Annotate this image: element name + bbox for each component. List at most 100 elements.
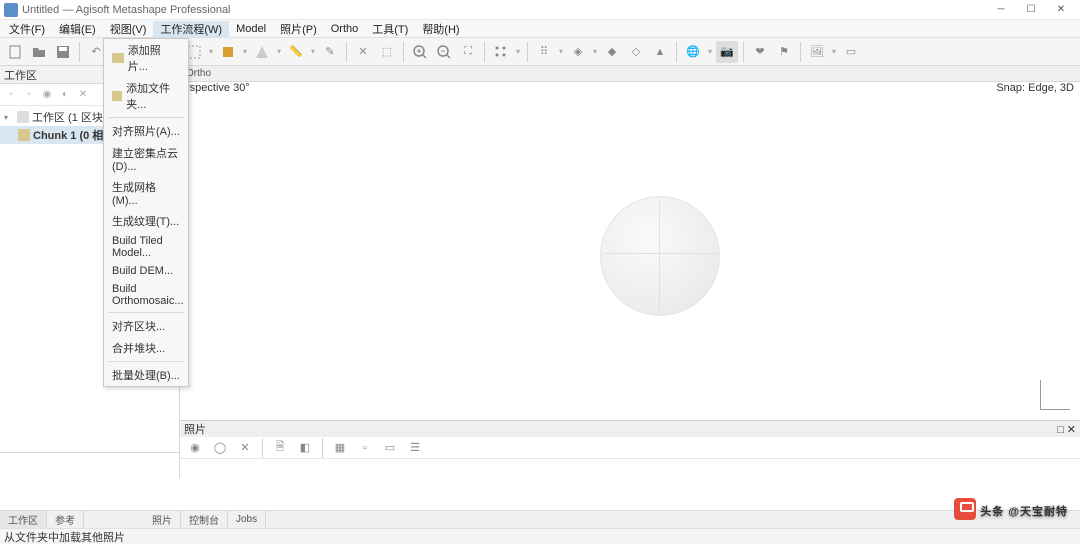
flag-button[interactable]: ⚑: [773, 41, 795, 63]
dropdown-icon[interactable]: ▾: [309, 47, 317, 56]
mesh-button[interactable]: ◈: [567, 41, 589, 63]
menu-tools[interactable]: 工具(T): [365, 21, 415, 37]
globe-button[interactable]: 🌐: [682, 41, 704, 63]
app-icon: [4, 3, 18, 17]
expand-icon[interactable]: ▾: [4, 113, 14, 122]
dd-build-tiled: Build Tiled Model...: [104, 232, 188, 262]
axis-gizmo: [1040, 380, 1070, 410]
close-button[interactable]: ✕: [1046, 1, 1076, 19]
dd-build-texture: 生成纹理(T)...: [104, 210, 188, 232]
ws-add2-button[interactable]: ▫: [20, 86, 38, 104]
camera-button[interactable]: 📷: [716, 41, 738, 63]
footer-tabs: 工作区 参考 照片 控制台 Jobs: [0, 510, 1080, 528]
dropdown-icon[interactable]: ▾: [241, 47, 249, 56]
viewport-canvas[interactable]: [180, 96, 1080, 420]
ph-enable-button[interactable]: ◉: [184, 437, 206, 459]
dd-batch-process[interactable]: 批量处理(B)...: [104, 364, 188, 386]
dd-build-dense: 建立密集点云(D)...: [104, 142, 188, 176]
minimize-button[interactable]: ─: [986, 1, 1016, 19]
viewport-right-info: Snap: Edge, 3D: [996, 82, 1074, 96]
zoom-in-button[interactable]: [409, 41, 431, 63]
image-button[interactable]: 🖼: [806, 41, 828, 63]
maximize-button[interactable]: ☐: [1016, 1, 1046, 19]
menu-photo[interactable]: 照片(P): [273, 21, 324, 37]
menu-help[interactable]: 帮助(H): [415, 21, 466, 37]
menu-file[interactable]: 文件(F): [2, 21, 52, 37]
tab-console[interactable]: 控制台: [181, 511, 228, 528]
menu-edit[interactable]: 编辑(E): [52, 21, 103, 37]
ws-enable-button[interactable]: ◐: [56, 86, 74, 104]
status-text: 从文件夹中加载其他照片: [4, 529, 125, 545]
menubar: 文件(F) 编辑(E) 视图(V) 工作流程(W) Model 照片(P) Or…: [0, 20, 1080, 38]
ph-details-button[interactable]: 🗎: [269, 437, 291, 459]
photo-icon: [112, 53, 124, 63]
ph-disable-button[interactable]: ◯: [209, 437, 231, 459]
ws-add-button[interactable]: ▫: [2, 86, 20, 104]
tab-photos[interactable]: 照片: [144, 511, 181, 528]
menu-ortho[interactable]: Ortho: [324, 23, 366, 35]
panel-spacer: [0, 452, 179, 478]
dense-cloud-button[interactable]: ⠿: [533, 41, 555, 63]
photos-controls[interactable]: □ ✕: [1057, 423, 1076, 436]
move-region-button[interactable]: [217, 41, 239, 63]
ph-remove-button[interactable]: ✕: [234, 437, 256, 459]
ph-large-button[interactable]: ▭: [379, 437, 401, 459]
transform-button[interactable]: [251, 41, 273, 63]
menu-view[interactable]: 视图(V): [103, 21, 154, 37]
stack-button[interactable]: ▭: [840, 41, 862, 63]
ph-icons-button[interactable]: ▦: [329, 437, 351, 459]
trackball-sphere[interactable]: [600, 196, 720, 316]
dropdown-icon[interactable]: ▾: [591, 47, 599, 56]
solid-button[interactable]: ◆: [601, 41, 623, 63]
menu-workflow[interactable]: 工作流程(W): [153, 21, 229, 37]
fit-button[interactable]: ⛶: [457, 41, 479, 63]
dd-align-photos: 对齐照片(A)...: [104, 120, 188, 142]
folder-icon: [112, 91, 122, 101]
wireframe-button[interactable]: ▲: [649, 41, 671, 63]
ph-masks-button[interactable]: ◧: [294, 437, 316, 459]
dropdown-icon[interactable]: ▾: [706, 47, 714, 56]
tab-reference[interactable]: 参考: [47, 511, 84, 528]
dd-separator: [108, 117, 184, 118]
window-title: Untitled — Agisoft Metashape Professiona…: [22, 4, 986, 16]
ph-small-button[interactable]: ▫: [354, 437, 376, 459]
shaded-button[interactable]: ◇: [625, 41, 647, 63]
dropdown-icon[interactable]: ▾: [830, 47, 838, 56]
dd-separator: [108, 312, 184, 313]
dd-add-photos[interactable]: 添加照片...: [104, 39, 188, 77]
photos-title: 照片: [184, 421, 206, 437]
photos-panel: 照片 □ ✕ ◉ ◯ ✕ 🗎 ◧ ▦ ▫ ▭ ☰: [180, 420, 1080, 478]
markers-button[interactable]: ❤: [749, 41, 771, 63]
open-button[interactable]: [28, 41, 50, 63]
dropdown-icon[interactable]: ▾: [207, 47, 215, 56]
dropdown-icon[interactable]: ▾: [557, 47, 565, 56]
delete-button[interactable]: ✕: [352, 41, 374, 63]
workflow-dropdown: 添加照片... 添加文件夹... 对齐照片(A)... 建立密集点云(D)...…: [103, 38, 189, 387]
ruler-button[interactable]: 📏: [285, 41, 307, 63]
watermark-icon: [954, 498, 976, 520]
zoom-out-button[interactable]: [433, 41, 455, 63]
tab-jobs[interactable]: Jobs: [228, 511, 266, 528]
dd-add-folder[interactable]: 添加文件夹...: [104, 77, 188, 115]
ws-remove-button[interactable]: ✕: [74, 86, 92, 104]
tab-workspace[interactable]: 工作区: [0, 511, 47, 528]
status-bar: 从文件夹中加载其他照片: [0, 528, 1080, 544]
ws-toggle-button[interactable]: ◉: [38, 86, 56, 104]
chunk-icon: [18, 129, 30, 141]
save-button[interactable]: [52, 41, 74, 63]
viewport-tab[interactable]: Ortho: [180, 66, 1080, 82]
dd-build-ortho: Build Orthomosaic...: [104, 280, 188, 310]
dd-align-chunks: 对齐区块...: [104, 315, 188, 337]
dropdown-icon[interactable]: ▾: [514, 47, 522, 56]
points-button[interactable]: [490, 41, 512, 63]
dropdown-icon[interactable]: ▾: [275, 47, 283, 56]
workspace-icon: [17, 111, 29, 123]
watermark: 头条 @天宝耐特: [954, 494, 1068, 522]
ph-list-button[interactable]: ☰: [404, 437, 426, 459]
draw-button[interactable]: ✎: [319, 41, 341, 63]
crop-button[interactable]: ⬚: [376, 41, 398, 63]
menu-model[interactable]: Model: [229, 23, 273, 35]
dd-build-dem: Build DEM...: [104, 262, 188, 280]
viewport: Ortho rspective 30° Snap: Edge, 3D 照片 □ …: [180, 66, 1080, 478]
new-button[interactable]: [4, 41, 26, 63]
